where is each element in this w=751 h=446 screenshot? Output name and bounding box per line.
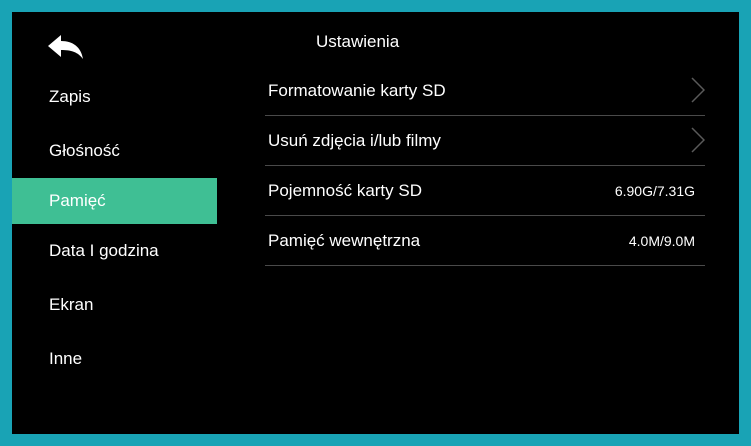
sidebar-item-ekran[interactable]: Ekran: [12, 278, 217, 332]
back-button[interactable]: [46, 34, 86, 66]
sidebar-item-zapis[interactable]: Zapis: [12, 70, 217, 124]
sidebar-item-glosnosc[interactable]: Głośność: [12, 124, 217, 178]
sd-capacity-row: Pojemność karty SD 6.90G/7.31G: [265, 166, 705, 216]
sidebar-item-inne[interactable]: Inne: [12, 332, 217, 386]
page-title: Ustawienia: [316, 32, 400, 51]
internal-memory-row: Pamięć wewnętrzna 4.0M/9.0M: [265, 216, 705, 266]
format-sd-row[interactable]: Formatowanie karty SD: [265, 66, 705, 116]
chevron-right-icon: [691, 77, 705, 103]
sidebar: Zapis Głośność Pamięć Data I godzina Ekr…: [12, 70, 217, 386]
sidebar-item-label: Ekran: [49, 295, 94, 314]
sidebar-item-label: Data I godzina: [49, 241, 159, 260]
sd-capacity-value: 6.90G/7.31G: [614, 182, 695, 199]
sidebar-item-label: Pamięć: [49, 191, 106, 210]
row-label: Usuń zdjęcia i/lub filmy: [268, 130, 441, 150]
row-label: Pamięć wewnętrzna: [268, 230, 421, 250]
internal-memory-value: 4.0M/9.0M: [628, 232, 695, 249]
sidebar-item-pamiec[interactable]: Pamięć: [12, 178, 217, 224]
delete-media-row[interactable]: Usuń zdjęcia i/lub filmy: [265, 116, 705, 166]
settings-screen: Ustawienia Zapis Głośność Pamięć Data I …: [12, 12, 739, 434]
sidebar-item-label: Głośność: [49, 141, 120, 160]
chevron-right-icon: [691, 127, 705, 153]
settings-list: Formatowanie karty SD Usuń zdjęcia i/lub…: [265, 66, 705, 266]
row-label: Pojemność karty SD: [268, 180, 422, 200]
row-label: Formatowanie karty SD: [268, 80, 446, 100]
sidebar-item-data-godzina[interactable]: Data I godzina: [12, 224, 217, 278]
sidebar-item-label: Zapis: [49, 87, 91, 106]
sidebar-item-label: Inne: [49, 349, 83, 368]
back-arrow-icon: [48, 35, 83, 59]
